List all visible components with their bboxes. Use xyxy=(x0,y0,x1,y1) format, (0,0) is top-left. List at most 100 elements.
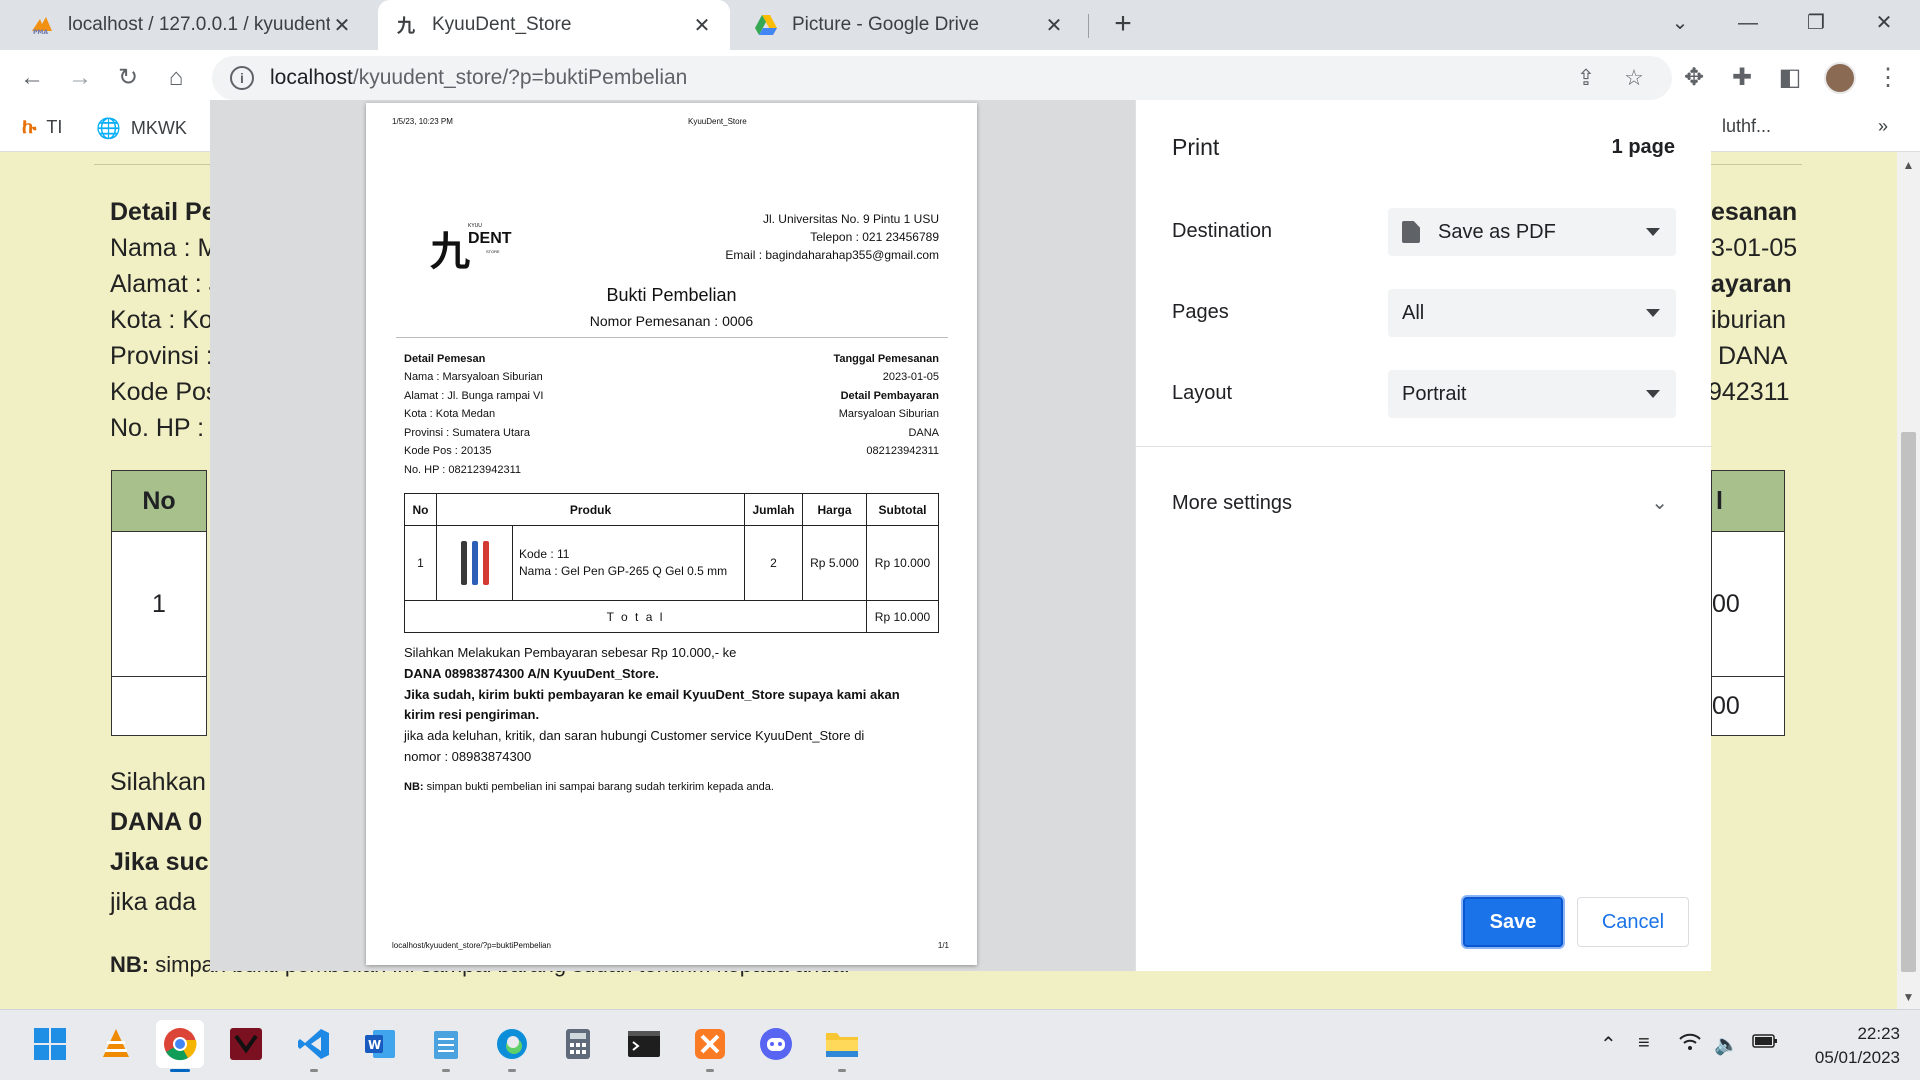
bookmark-ti[interactable]: ኩ TI xyxy=(22,116,62,139)
receipt-heading: Bukti Pembelian xyxy=(606,285,737,305)
close-icon[interactable]: ✕ xyxy=(690,13,714,38)
bg-right-line: 3-01-05 xyxy=(1711,234,1798,262)
profile-avatar[interactable] xyxy=(1824,62,1856,94)
calculator-icon[interactable] xyxy=(554,1020,602,1068)
logo-store-text: STORE xyxy=(486,249,500,254)
scroll-down-icon[interactable]: ▼ xyxy=(1901,990,1916,1004)
system-clock[interactable]: 22:23 05/01/2023 xyxy=(1790,1022,1900,1070)
home-icon[interactable]: ⌂ xyxy=(158,60,194,96)
tab-search-icon[interactable]: ⌄ xyxy=(1660,6,1700,40)
bg-right-line: ayaran xyxy=(1711,270,1792,298)
terminal-icon[interactable] xyxy=(620,1020,668,1068)
product-code: Kode : 11 xyxy=(519,547,570,561)
tab-title: Picture - Google Drive xyxy=(792,14,979,35)
start-button[interactable] xyxy=(26,1020,74,1068)
vscode-icon[interactable] xyxy=(290,1020,338,1072)
row-product: Kode : 11 Nama : Gel Pen GP-265 Q Gel 0.… xyxy=(436,525,745,601)
bookmark-mkwk[interactable]: 🌐 MKWK xyxy=(96,116,187,141)
logo-dent-text: DENT xyxy=(468,230,512,247)
bg-table-header-no: No xyxy=(111,470,207,532)
bookmark-label: TI xyxy=(46,117,63,137)
bookmarks-overflow-icon[interactable]: » xyxy=(1878,116,1888,137)
bg-right-line: DANA xyxy=(1718,342,1788,370)
url-host: localhost xyxy=(270,66,353,89)
scrollbar-thumb[interactable] xyxy=(1901,432,1916,972)
new-tab-button[interactable]: + xyxy=(1106,8,1140,42)
row-no: 1 xyxy=(404,525,437,601)
bookmark-star-icon[interactable]: ☆ xyxy=(1620,64,1648,92)
destination-select[interactable]: Save as PDF xyxy=(1388,208,1676,256)
close-window-button[interactable]: ✕ xyxy=(1864,6,1904,40)
page-scrollbar[interactable]: ▲ ▼ xyxy=(1897,152,1920,1009)
word-icon[interactable]: W xyxy=(356,1020,404,1068)
confirmation-note-2: kirim resi pengiriman. xyxy=(404,707,540,722)
col-header-subtotal: Subtotal xyxy=(866,493,939,526)
save-button[interactable]: Save xyxy=(1463,897,1563,947)
move-icon[interactable]: ✥ xyxy=(1676,60,1712,96)
site-info-icon[interactable]: i xyxy=(230,66,254,90)
total-label: T o t a l xyxy=(404,600,867,633)
chrome-icon[interactable] xyxy=(156,1020,204,1072)
payment-name: Marsyaloan Siburian xyxy=(838,408,939,420)
more-settings-toggle[interactable]: More settings ⌄ xyxy=(1172,492,1676,515)
bg-dana-line: DANA 0 xyxy=(110,808,203,836)
vlc-icon[interactable] xyxy=(92,1020,140,1068)
xampp-icon[interactable] xyxy=(686,1020,734,1072)
layout-select[interactable]: Portrait xyxy=(1388,370,1676,418)
file-explorer-icon[interactable] xyxy=(818,1020,866,1072)
svg-text:PMA: PMA xyxy=(33,29,48,35)
forward-icon[interactable]: → xyxy=(62,60,98,96)
nb-text: simpan bukti pembelian ini sampai barang… xyxy=(426,781,774,793)
back-icon[interactable]: ← xyxy=(14,60,50,96)
discord-icon[interactable] xyxy=(752,1020,800,1068)
more-settings-label: More settings xyxy=(1172,492,1293,514)
chevron-up-icon[interactable]: ⌃ xyxy=(1600,1032,1617,1057)
destination-label: Destination xyxy=(1172,220,1273,242)
reload-icon[interactable]: ↻ xyxy=(110,60,146,96)
close-icon[interactable]: ✕ xyxy=(330,13,354,38)
detail-line: Nama : Marsyaloan Siburian xyxy=(404,371,543,383)
extensions-icon[interactable]: ✚ xyxy=(1724,60,1760,96)
layout-label: Layout xyxy=(1172,382,1233,404)
detail-line: Kode Pos : 20135 xyxy=(404,445,492,457)
print-title: Print xyxy=(1172,134,1220,160)
detail-line: Alamat : Jl. Bunga rampai VI xyxy=(404,390,544,402)
print-footer-url: localhost/kyuudent_store/?p=buktiPembeli… xyxy=(392,941,551,950)
confirmation-note: Jika sudah, kirim bukti pembayaran ke em… xyxy=(404,687,900,702)
notification-icon[interactable]: ≡ xyxy=(1638,1032,1650,1055)
side-panel-icon[interactable]: ◧ xyxy=(1772,60,1808,96)
tab-title: KyuuDent_Store xyxy=(432,14,572,35)
battery-icon[interactable] xyxy=(1752,1032,1778,1055)
address-bar[interactable]: i localhost/kyuudent_store/?p=buktiPembe… xyxy=(212,56,1672,100)
edge-icon[interactable] xyxy=(488,1020,536,1072)
minimize-button[interactable]: — xyxy=(1728,6,1768,40)
wifi-icon[interactable] xyxy=(1678,1032,1702,1058)
cancel-button[interactable]: Cancel xyxy=(1577,897,1689,947)
layout-value: Portrait xyxy=(1402,382,1467,405)
clock-time: 22:23 xyxy=(1857,1024,1900,1043)
bookmark-luthf[interactable]: luthf... xyxy=(1722,116,1771,137)
tab-google-drive[interactable]: Picture - Google Drive ✕ xyxy=(738,0,1082,50)
share-icon[interactable]: ⇪ xyxy=(1572,64,1600,92)
menu-icon[interactable]: ⋮ xyxy=(1870,60,1906,96)
nb-note: NB: simpan bukti pembelian ini sampai ba… xyxy=(404,781,774,793)
volume-icon[interactable]: 🔈 xyxy=(1714,1032,1739,1057)
scroll-up-icon[interactable]: ▲ xyxy=(1901,158,1916,172)
app-icon[interactable] xyxy=(222,1020,270,1068)
nb-label: NB: xyxy=(404,781,424,793)
tab-phpmyadmin[interactable]: PMA localhost / 127.0.0.1 / kyuudent_s ✕ xyxy=(14,0,370,50)
dropdown-arrow-icon xyxy=(1646,390,1660,398)
print-header-date: 1/5/23, 10:23 PM xyxy=(392,117,453,126)
order-number: Nomor Pemesanan : 0006 xyxy=(589,313,754,329)
print-header-title: KyuuDent_Store xyxy=(688,117,747,126)
pages-select[interactable]: All xyxy=(1388,289,1676,337)
restore-button[interactable]: ❐ xyxy=(1796,6,1836,40)
chevron-down-icon: ⌄ xyxy=(1651,492,1668,514)
detail-line: Kota : Kota Medan xyxy=(404,408,496,420)
tab-kyuudent-store[interactable]: 九 KyuuDent_Store ✕ xyxy=(378,0,730,50)
notepad-icon[interactable] xyxy=(422,1020,470,1072)
dropdown-arrow-icon xyxy=(1646,228,1660,236)
row-jumlah: 2 xyxy=(744,525,803,601)
close-icon[interactable]: ✕ xyxy=(1042,13,1066,38)
col-header-harga: Harga xyxy=(802,493,867,526)
